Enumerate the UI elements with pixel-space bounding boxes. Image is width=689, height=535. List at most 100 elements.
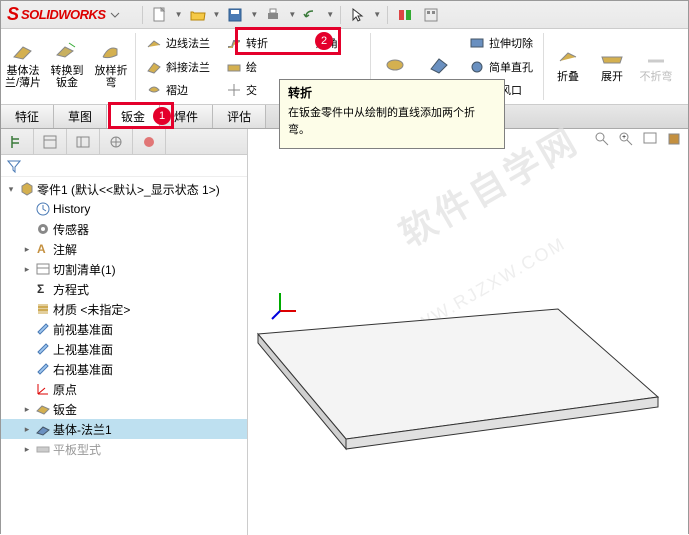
tree-item[interactable]: 传感器	[1, 219, 247, 239]
expand-icon[interactable]: ▸	[21, 403, 33, 415]
convert-sheetmetal-button[interactable]: 转换到 钣金	[45, 29, 89, 99]
property-tab[interactable]	[34, 129, 67, 154]
sketched-bend-button[interactable]: 绘	[222, 55, 304, 79]
tree-item[interactable]: ▸ A 注解	[1, 239, 247, 259]
new-button[interactable]	[149, 4, 171, 26]
fold-button[interactable]: 折叠	[546, 29, 590, 99]
tree-item[interactable]: ▸ 基体-法兰1	[1, 419, 247, 439]
extruded-cut-button[interactable]: 拉伸切除	[465, 31, 537, 55]
tree-label: 前视基准面	[53, 321, 113, 338]
tree-label: 平板型式	[53, 441, 101, 458]
svg-text:A: A	[37, 242, 46, 256]
origin-icon	[35, 381, 51, 397]
button-label: 展开	[601, 71, 623, 83]
history-icon	[35, 201, 51, 217]
chevron-down-icon[interactable]: ▼	[288, 10, 296, 19]
filter-row[interactable]	[1, 155, 247, 177]
button-label: 拉伸切除	[489, 35, 533, 51]
tree-label: 基体-法兰1	[53, 421, 112, 438]
options-button[interactable]	[420, 4, 442, 26]
quick-access-toolbar: ▼ ▼ ▼ ▼ ▼ ▼	[140, 4, 443, 26]
tree-item[interactable]: Σ方程式	[1, 279, 247, 299]
chevron-down-icon[interactable]: ▼	[373, 10, 381, 19]
expand-icon[interactable]: ▸	[21, 443, 33, 455]
no-bends-button: 不折弯	[634, 29, 678, 99]
expand-icon[interactable]: ▸	[21, 423, 33, 435]
flange-icon	[35, 421, 51, 437]
undo-button[interactable]	[300, 4, 322, 26]
tree-label: 右视基准面	[53, 361, 113, 378]
save-button[interactable]	[224, 4, 246, 26]
tab-sketch[interactable]: 草图	[54, 105, 107, 128]
print-button[interactable]	[262, 4, 284, 26]
simple-hole-button[interactable]: 简单直孔	[465, 55, 537, 79]
main-area: ▾ 零件1 (默认<<默认>_显示状态 1>) History 传感器 ▸ A 注解 ▸ 切…	[1, 129, 688, 535]
button-label: 不折弯	[640, 71, 673, 83]
part-icon	[19, 181, 35, 197]
chevron-down-icon[interactable]: ▼	[175, 10, 183, 19]
plane-icon	[35, 321, 51, 337]
tree-label: 注解	[53, 241, 77, 258]
edge-flange-button[interactable]: 边线法兰	[142, 31, 214, 55]
rebuild-button[interactable]	[394, 4, 416, 26]
button-label: 基体法 兰/薄片	[5, 65, 41, 89]
model-icon	[248, 129, 688, 529]
expand-icon[interactable]: ▸	[21, 243, 33, 255]
button-label: 放样折 弯	[95, 65, 128, 89]
button-label: 褶边	[166, 82, 188, 98]
tree-label: 材质 <未指定>	[53, 301, 130, 318]
collapse-icon[interactable]: ▾	[5, 183, 17, 195]
cutlist-icon	[35, 261, 51, 277]
display-tab[interactable]	[133, 129, 166, 154]
tree-item[interactable]: History	[1, 199, 247, 219]
button-label: 边线法兰	[166, 35, 210, 51]
tooltip: 转折 在钣金零件中从绘制的直线添加两个折弯。	[279, 79, 505, 149]
sheetmetal-icon	[35, 401, 51, 417]
app-name: SOLIDWORKS	[21, 7, 106, 22]
tree-item[interactable]: ▸ 平板型式	[1, 439, 247, 459]
base-flange-button[interactable]: 基体法 兰/薄片	[1, 29, 45, 99]
miter-flange-button[interactable]: 斜接法兰	[142, 55, 214, 79]
tree-label: 上视基准面	[53, 341, 113, 358]
open-button[interactable]	[187, 4, 209, 26]
unfold-button[interactable]: 展开	[590, 29, 634, 99]
chevron-down-icon[interactable]	[110, 10, 120, 20]
lofted-bend-button[interactable]: 放样折 弯	[89, 29, 133, 99]
tree-label: 传感器	[53, 221, 89, 238]
tree-label: 钣金	[53, 401, 77, 418]
tooltip-title: 转折	[288, 84, 496, 101]
chevron-down-icon[interactable]: ▼	[250, 10, 258, 19]
button-label: 简单直孔	[489, 59, 533, 75]
select-button[interactable]	[347, 4, 369, 26]
tree-item[interactable]: 前视基准面	[1, 319, 247, 339]
hem-button[interactable]: 褶边	[142, 78, 214, 102]
tree-label: History	[53, 202, 90, 216]
tree-root[interactable]: ▾ 零件1 (默认<<默认>_显示状态 1>)	[1, 179, 247, 199]
flatpattern-icon	[35, 441, 51, 457]
tree-item[interactable]: ▸ 切割清单(1)	[1, 259, 247, 279]
feature-tree[interactable]: ▾ 零件1 (默认<<默认>_显示状态 1>) History 传感器 ▸ A 注解 ▸ 切…	[1, 177, 247, 535]
chevron-down-icon[interactable]: ▼	[213, 10, 221, 19]
tree-item[interactable]: 原点	[1, 379, 247, 399]
chevron-down-icon[interactable]: ▼	[326, 10, 334, 19]
expand-icon[interactable]: ▸	[21, 263, 33, 275]
config-tab[interactable]	[67, 129, 100, 154]
viewport[interactable]: + 软件自学网 WWW.RJZXW.COM	[248, 129, 688, 535]
tree-label: 切割清单(1)	[53, 261, 116, 278]
jog-button[interactable]: 转折	[222, 31, 304, 55]
tooltip-body: 在钣金零件中从绘制的直线添加两个折弯。	[288, 105, 496, 138]
dimxpert-tab[interactable]	[100, 129, 133, 154]
tree-label: 零件1 (默认<<默认>_显示状态 1>)	[37, 181, 220, 198]
tree-item[interactable]: 材质 <未指定>	[1, 299, 247, 319]
tab-evaluate[interactable]: 评估	[213, 105, 266, 128]
tree-item[interactable]: ▸ 钣金	[1, 399, 247, 419]
button-label: 绘	[246, 59, 257, 75]
tab-features[interactable]: 特征	[1, 105, 54, 128]
button-label: 折叠	[557, 71, 579, 83]
feature-tree-tab[interactable]	[1, 129, 34, 154]
sensor-icon	[35, 221, 51, 237]
note-icon: A	[35, 241, 51, 257]
tree-label: 方程式	[53, 281, 89, 298]
tree-item[interactable]: 上视基准面	[1, 339, 247, 359]
tree-item[interactable]: 右视基准面	[1, 359, 247, 379]
